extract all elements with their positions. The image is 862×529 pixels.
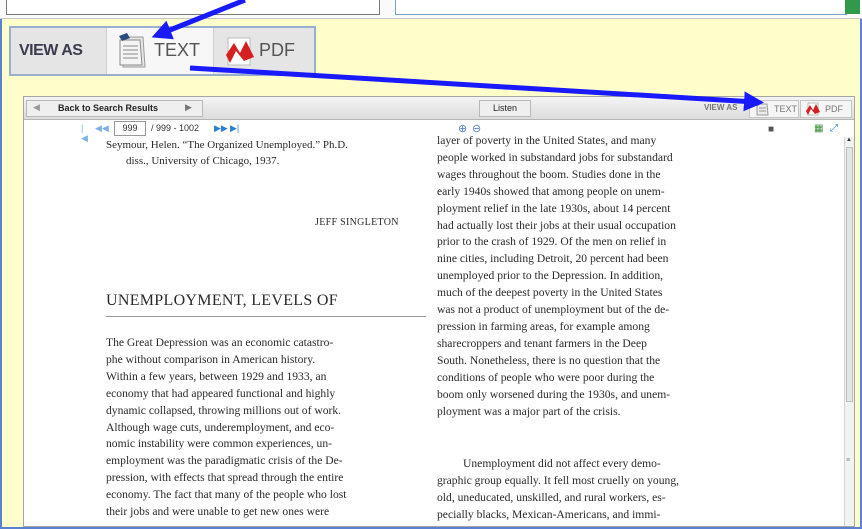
arrow-to-toolbar-text (189, 65, 764, 112)
annotation-arrows (151, 0, 764, 112)
arrow-to-view-as (151, 0, 246, 40)
